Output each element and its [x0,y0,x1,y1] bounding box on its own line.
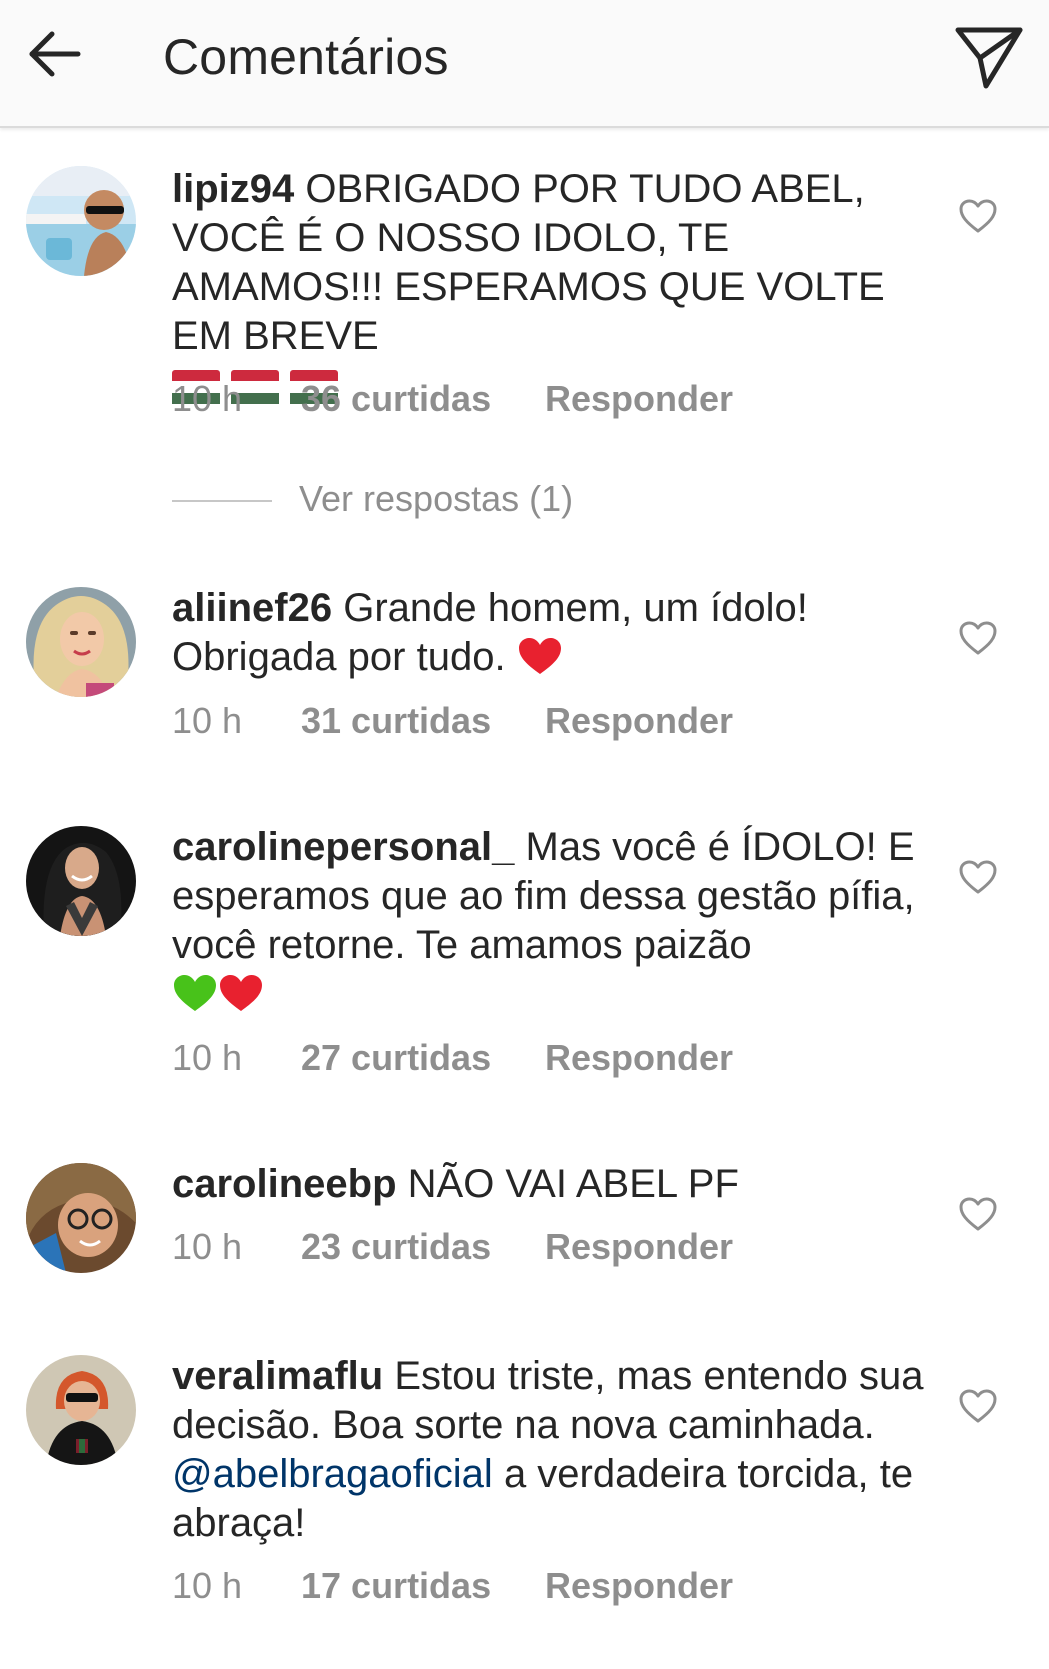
comment-time: 10 h [172,1565,243,1606]
heart-icon[interactable] [958,1196,998,1232]
heart-icon[interactable] [958,198,998,234]
comment-username[interactable]: veralimaflu [172,1354,383,1398]
comment-message: NÃO VAI ABEL PF [407,1162,739,1206]
paper-plane-icon [955,27,1023,89]
comment-time: 10 h [172,700,243,741]
comment-time: 10 h [172,1226,243,1267]
red-heart-emoji [218,973,264,1025]
reply-button[interactable]: Responder [545,1037,733,1079]
view-replies-link[interactable]: Ver respostas (1) [299,478,573,520]
reply-button[interactable]: Responder [545,700,733,742]
avatar[interactable] [26,1355,136,1465]
comment-text: aliinef26 Grande homem, um ídolo! Obriga… [172,584,932,688]
heart-icon[interactable] [958,859,998,895]
reply-button[interactable]: Responder [545,1565,733,1607]
comment-likes[interactable]: 27 curtidas [301,1037,491,1079]
avatar[interactable] [26,587,136,697]
comment-username[interactable]: lipiz94 [172,167,294,211]
comment-likes[interactable]: 17 curtidas [301,1565,491,1607]
back-button[interactable] [22,22,94,94]
comment-username[interactable]: aliinef26 [172,586,332,630]
heart-icon[interactable] [958,620,998,656]
avatar[interactable] [26,1163,136,1273]
reply-button[interactable]: Responder [545,378,733,420]
green-heart-emoji [172,973,218,1025]
reply-button[interactable]: Responder [545,1226,733,1268]
comment-text: carolinepersonal_ Mas você é ÍDOLO! E es… [172,823,932,1025]
mention-link[interactable]: @abelbragaoficial [172,1452,493,1496]
avatar[interactable] [26,166,136,276]
comment-time: 10 h [172,1037,243,1078]
top-bar: Comentários [0,0,1049,128]
comment-likes[interactable]: 23 curtidas [301,1226,491,1268]
page-title: Comentários [163,29,449,85]
comment-time: 10 h [172,378,243,419]
comment-likes[interactable]: 31 curtidas [301,700,491,742]
comment-text: veralimaflu Estou triste, mas entendo su… [172,1352,932,1548]
comment-username[interactable]: carolinepersonal_ [172,825,514,869]
share-button[interactable] [948,18,1030,100]
comment-likes[interactable]: 36 curtidas [301,378,491,420]
red-heart-emoji [517,636,563,688]
heart-icon[interactable] [958,1388,998,1424]
arrow-left-icon [29,31,81,77]
avatar[interactable] [26,826,136,936]
comment-text: carolineebp NÃO VAI ABEL PF [172,1160,932,1209]
comment-username[interactable]: carolineebp [172,1162,397,1206]
divider [172,500,272,502]
